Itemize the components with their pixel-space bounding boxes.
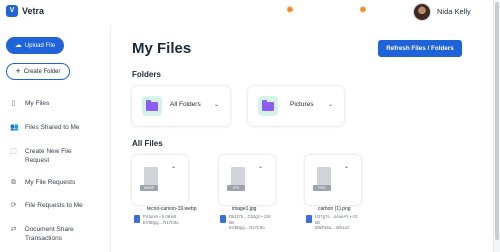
document-icon [306,215,312,223]
chevron-down-icon[interactable]: ⌄ [171,163,176,170]
scrollbar[interactable] [493,0,500,252]
sidebar-item-file-requests-to-me[interactable]: ⟳ File Requests to Me [10,201,105,210]
folder-icon [142,96,162,116]
file-meta-line: Dk2z7k....Cb3g2 • 126 [229,214,271,219]
create-folder-button[interactable]: + Create Folder [6,63,70,80]
transfer-icon: ⇄ [10,226,17,233]
top-bar: V Vetra ✹ ✹ Nida Kelly [0,0,493,26]
page-title: My Files [132,40,192,57]
avatar[interactable] [413,3,431,21]
sync-icon: ⟳ [10,202,17,209]
file-card[interactable]: PNG ⌄ [305,155,361,205]
folder-card-all-folders[interactable]: All Folders ⌄ [132,86,230,126]
file-name[interactable]: tecno-camon-19.webp [147,206,196,212]
folder-name: Pictures [290,101,314,108]
file-thumbnail [317,167,331,187]
sidebar-item-my-files[interactable]: ▯ My Files [10,99,105,108]
logo-icon: V [6,5,18,17]
file-request-icon: ⬚ [10,148,17,155]
sidebar-item-label: Document Share Transactions [25,226,74,242]
file-name[interactable]: image1.jpg [232,206,256,212]
sun-icon[interactable]: ✹ [284,5,296,17]
folder-name: All Folders [170,101,201,108]
file-thumbnail [144,167,158,187]
sun-icon[interactable]: ✹ [357,5,369,17]
users-icon: 👥 [10,124,19,131]
all-files-heading: All Files [132,139,163,148]
folder-icon [258,96,278,116]
file-card[interactable]: JPG ⌄ [219,155,275,205]
folders-heading: Folders [132,70,161,79]
sidebar-item-label: Create New File Request [25,148,72,164]
file-meta: Pictures • 5.06 kB EV9Dpg....R17C8o [134,214,179,225]
file-meta-line: EV9Dpg....R17C8o [143,219,179,225]
file-type-badge: PNG [313,185,331,191]
file-type-badge: JPG [227,185,245,191]
page-icon: ▯ [11,100,16,107]
file-meta-line: BWFs5a....Wh1Jd [315,225,349,230]
sidebar-item-my-file-requests[interactable]: ⧉ My File Requests [10,178,105,187]
upload-file-button[interactable]: ☁ Upload File [6,37,64,54]
document-icon [220,215,226,223]
file-type-badge: WEBP [140,185,158,191]
chevron-down-icon[interactable]: ⌄ [214,101,219,108]
sidebar-item-create-file-request[interactable]: ⬚ Create New File Request [10,147,105,165]
sidebar-item-label: File Requests to Me [25,202,83,209]
file-meta: Dk2z7k....Cb3g2 • 126 kB EV9Dpg....R17C8… [220,214,271,231]
refresh-files-button[interactable]: Refresh Files / Folders [378,40,462,57]
file-card[interactable]: WEBP ⌄ [132,155,188,205]
chevron-down-icon[interactable]: ⌄ [258,163,263,170]
request-list-icon: ⧉ [11,179,16,186]
file-thumbnail [231,167,245,187]
document-icon [134,215,140,223]
sidebar-item-files-shared[interactable]: 👥 Files Shared to Me [10,123,105,132]
sidebar-item-label: My Files [25,100,50,107]
user-name[interactable]: Nida Kelly [437,7,471,16]
chevron-down-icon[interactable]: ⌄ [344,163,349,170]
file-name[interactable]: carbon (1).png [318,206,351,212]
folder-card-pictures[interactable]: Pictures ⌄ [248,86,344,126]
sidebar-item-label: Files Shared to Me [25,124,80,131]
cloud-upload-icon: ☁ [14,42,22,49]
scrollbar-thumb[interactable] [495,2,499,240]
file-meta-line: EV9Dpg....R17C8o [229,225,265,230]
app-name: Vetra [22,6,45,16]
upload-file-label: Upload File [24,42,56,49]
file-meta: U27g7s....e4ueAY • 43 kB BWFs5a....Wh1Jd [306,214,357,231]
sidebar-item-document-share[interactable]: ⇄ Document Share Transactions [10,225,105,243]
create-folder-label: Create Folder [23,68,61,75]
sidebar-item-label: My File Requests [25,179,76,186]
plus-icon: + [15,66,21,76]
chevron-down-icon[interactable]: ⌄ [328,101,333,108]
sidebar-divider [110,26,111,252]
file-meta-line: U27g7s....e4ueAY • 43 [315,214,358,219]
file-meta-line: Pictures • 5.06 kB [143,214,177,219]
